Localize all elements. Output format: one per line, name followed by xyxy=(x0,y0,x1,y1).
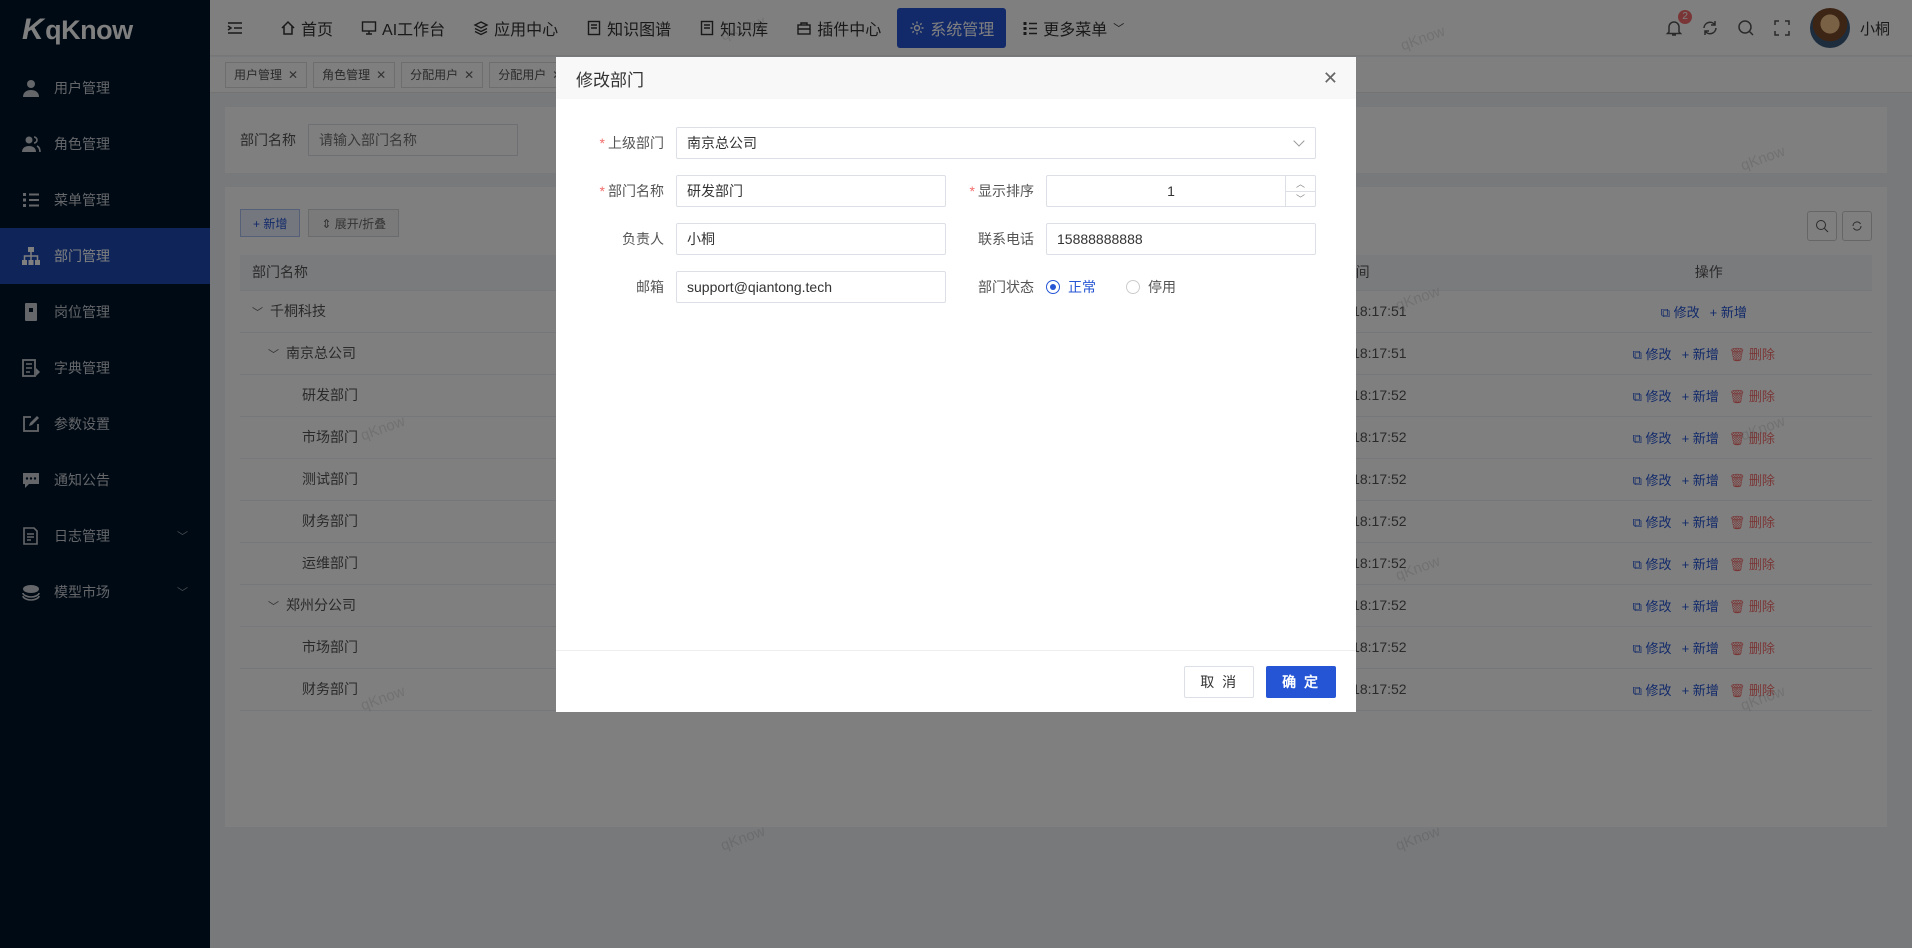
status-label: 部门状态 xyxy=(978,279,1034,295)
leader-label: 负责人 xyxy=(622,231,664,247)
status-radio-1[interactable]: 停用 xyxy=(1126,277,1176,297)
parent-dept-label: * 上级部门 xyxy=(599,135,664,151)
sort-order-stepper[interactable]: 1 ︿ ﹀ xyxy=(1046,175,1316,207)
decrement-icon[interactable]: ﹀ xyxy=(1286,192,1315,207)
radio-dot xyxy=(1126,280,1140,294)
sort-order-label: * 显示排序 xyxy=(969,183,1034,199)
close-icon[interactable]: ✕ xyxy=(1323,69,1338,87)
cancel-button[interactable]: 取 消 xyxy=(1184,665,1255,698)
edit-dept-dialog: 修改部门 ✕ *上级部门 南京总公司 *部门名称 研发部门 *显示排序 1 xyxy=(556,57,1356,712)
status-radio-0[interactable]: 正常 xyxy=(1046,277,1096,297)
phone-input[interactable]: 15888888888 xyxy=(1046,223,1316,255)
leader-input[interactable]: 小桐 xyxy=(676,223,946,255)
email-label: 邮箱 xyxy=(636,279,664,295)
status-radio-group: 正常 停用 xyxy=(1046,277,1206,297)
email-input[interactable]: support@qiantong.tech xyxy=(676,271,946,303)
confirm-button[interactable]: 确 定 xyxy=(1266,665,1336,698)
parent-dept-select[interactable]: 南京总公司 xyxy=(676,127,1316,159)
dept-name-label: * 部门名称 xyxy=(599,183,664,199)
dialog-title: 修改部门 xyxy=(576,70,644,90)
dept-name-input[interactable]: 研发部门 xyxy=(676,175,946,207)
parent-dept-value: 南京总公司 xyxy=(687,135,757,151)
phone-label: 联系电话 xyxy=(978,231,1034,247)
increment-icon[interactable]: ︿ xyxy=(1286,176,1315,192)
radio-dot xyxy=(1046,280,1060,294)
chevron-down-icon xyxy=(1293,135,1305,147)
